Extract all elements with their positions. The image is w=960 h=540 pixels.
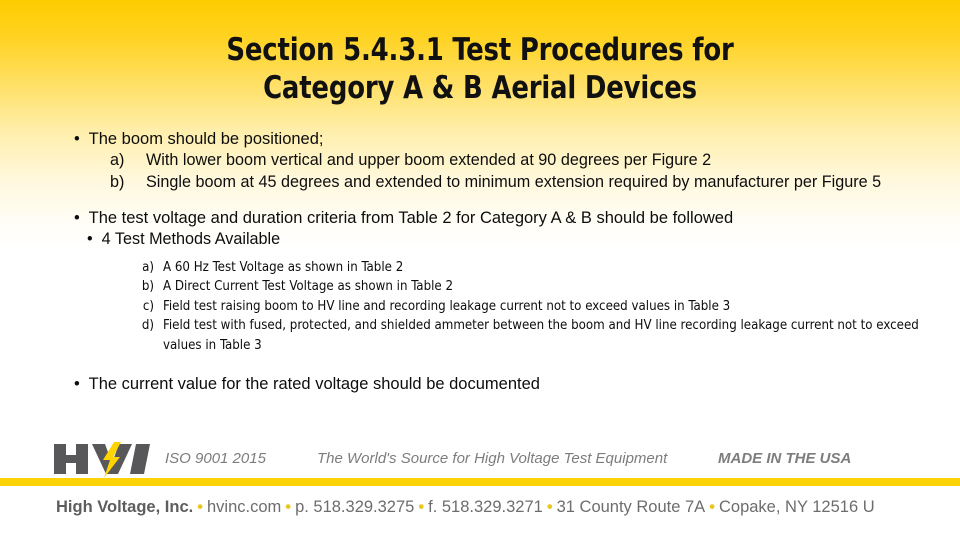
footer-separator: •: [418, 498, 425, 516]
bullet-test-voltage: • The test voltage and duration criteria…: [0, 207, 960, 229]
footer-separator: •: [197, 498, 203, 516]
method-item-c-text: Field test raising boom to HV line and r…: [163, 298, 731, 314]
method-item-d: d) Field test with fused, protected, and…: [0, 316, 960, 355]
list-marker-b: b): [110, 172, 125, 191]
footer-city-state-zip: Copake, NY 12516 U: [718, 498, 875, 516]
slide-title: Section 5.4.3.1 Test Procedures for Cate…: [34, 32, 927, 108]
method-marker-d: d): [141, 318, 154, 333]
method-item-b: b) A Direct Current Test Voltage as show…: [0, 277, 960, 297]
bullet-glyph: •: [74, 209, 80, 227]
bullet-current-value: • The current value for the rated voltag…: [0, 373, 960, 395]
bullet-glyph: •: [74, 130, 80, 148]
title-line-2: Category A & B Aerial Devices: [263, 69, 697, 106]
footer-separator: •: [285, 498, 292, 516]
title-line-1: Section 5.4.3.1 Test Procedures for: [226, 32, 734, 68]
list-item-boom-b: b) Single boom at 45 degrees and extende…: [0, 172, 960, 194]
bullet-test-voltage-text: The test voltage and duration criteria f…: [88, 209, 734, 227]
method-item-a-text: A 60 Hz Test Voltage as shown in Table 2: [163, 259, 404, 275]
method-item-d-text: Field test with fused, protected, and sh…: [163, 318, 919, 353]
footer-website[interactable]: hvinc.com: [207, 498, 281, 516]
bullet-boom-positioned-text: The boom should be positioned;: [88, 130, 324, 148]
footer-separator: •: [546, 498, 553, 516]
made-in-usa-text: MADE IN THE USA: [718, 450, 852, 467]
world-source-tagline: The World's Source for High Voltage Test…: [317, 450, 668, 467]
method-item-b-text: A Direct Current Test Voltage as shown i…: [163, 279, 454, 294]
footer-phone: p. 518.329.3275: [295, 498, 415, 516]
bullet-test-methods: • 4 Test Methods Available: [0, 229, 960, 251]
method-item-a: a) A 60 Hz Test Voltage as shown in Tabl…: [0, 258, 960, 278]
bullet-current-value-text: The current value for the rated voltage …: [88, 375, 540, 393]
list-item-boom-b-text: Single boom at 45 degrees and extended t…: [146, 172, 882, 191]
list-marker-a: a): [110, 151, 125, 169]
list-item-boom-a: a) With lower boom vertical and upper bo…: [0, 150, 960, 172]
presentation-slide: Section 5.4.3.1 Test Procedures for Cate…: [0, 0, 960, 540]
list-item-boom-a-text: With lower boom vertical and upper boom …: [146, 151, 712, 169]
method-item-c: c) Field test raising boom to HV line an…: [0, 297, 960, 317]
slide-body: • The boom should be positioned; a) With…: [0, 128, 960, 395]
footer-contact-line: High Voltage, Inc. • hvinc.com • p. 518.329.…: [56, 498, 960, 517]
hvi-logo: [52, 442, 158, 478]
iso-certification-text: ISO 9001 2015: [165, 450, 266, 467]
bullet-glyph: •: [74, 375, 80, 393]
yellow-divider-bar: [0, 478, 960, 486]
footer-company-name: High Voltage, Inc.: [56, 498, 194, 516]
bullet-boom-positioned: • The boom should be positioned;: [0, 128, 960, 150]
bullet-test-methods-text: 4 Test Methods Available: [101, 230, 281, 248]
footer-separator: •: [709, 498, 715, 516]
footer-fax: f. 518.329.3271: [428, 498, 543, 516]
method-marker-a: a): [142, 259, 154, 275]
footer-street: 31 County Route 7A: [556, 498, 706, 516]
method-marker-b: b): [141, 279, 154, 294]
method-marker-c: c): [142, 298, 154, 314]
bullet-glyph: •: [87, 230, 93, 248]
